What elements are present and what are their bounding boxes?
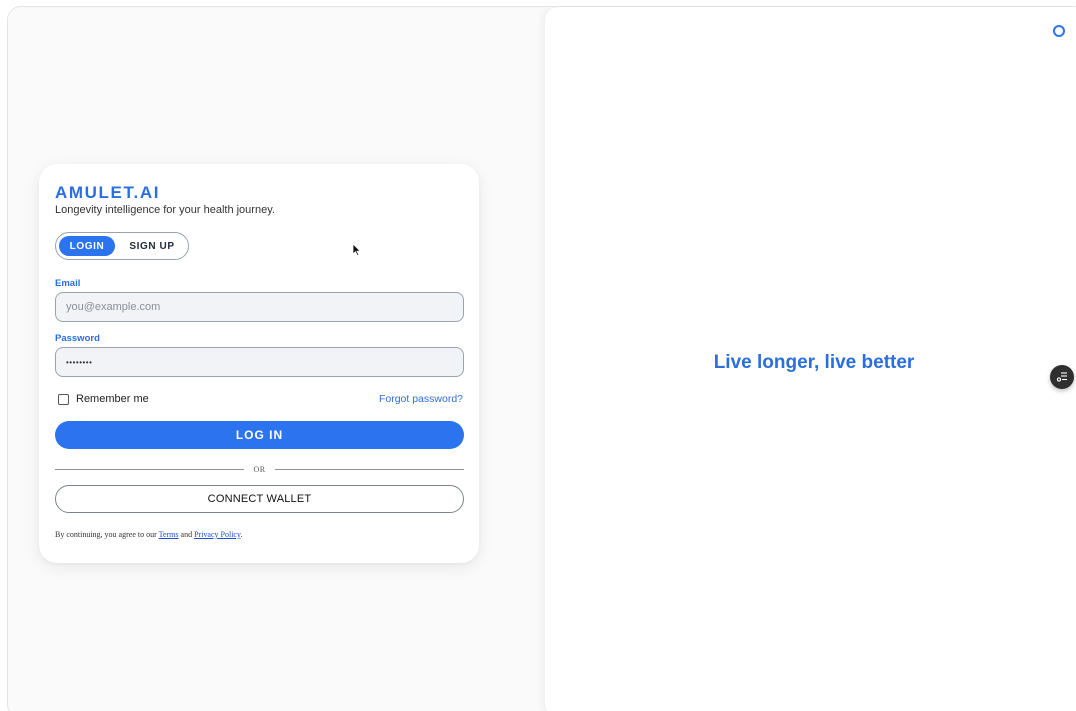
terms-link[interactable]: Terms: [159, 530, 179, 539]
or-label: OR: [253, 464, 266, 474]
password-field[interactable]: [55, 347, 464, 377]
forgot-password-link[interactable]: Forgot password?: [379, 393, 463, 405]
signup-tab[interactable]: SIGN UP: [122, 236, 182, 256]
list-settings-button[interactable]: [1050, 365, 1074, 389]
legal-suffix: .: [240, 530, 243, 539]
remember-checkbox[interactable]: [58, 393, 69, 405]
hero-headline: Live longer, live better: [713, 352, 915, 373]
app-window: AMULET.AI Longevity intelligence for you…: [7, 6, 1076, 711]
hero-pane: Live longer, live better: [545, 7, 1076, 711]
legal-and: and: [180, 530, 193, 539]
legal-notice: By continuing, you agree to our Terms an…: [55, 530, 242, 539]
mouse-pointer-icon: [352, 243, 362, 257]
or-divider: OR: [55, 462, 464, 476]
login-button[interactable]: LOG IN: [55, 421, 464, 449]
ring-icon[interactable]: [1053, 25, 1065, 37]
login-tab[interactable]: LOGIN: [59, 236, 115, 256]
divider-line-right: [274, 468, 464, 470]
privacy-policy-link[interactable]: Privacy Policy: [194, 530, 240, 539]
remember-label: Remember me: [76, 393, 149, 405]
list-settings-icon: [1056, 372, 1067, 382]
email-label: Email: [55, 278, 81, 289]
divider-line-left: [55, 468, 245, 470]
brand-logo: AMULET.AI: [55, 183, 161, 202]
connect-wallet-button[interactable]: CONNECT WALLET: [55, 485, 464, 513]
email-field[interactable]: [55, 292, 464, 322]
brand-tagline: Longevity intelligence for your health j…: [55, 204, 275, 216]
login-card: AMULET.AI Longevity intelligence for you…: [39, 164, 479, 563]
password-label: Password: [55, 333, 100, 344]
auth-mode-toggle: LOGIN SIGN UP: [55, 232, 189, 260]
legal-prefix: By continuing, you agree to our: [55, 530, 157, 539]
remember-me[interactable]: Remember me: [58, 393, 149, 405]
auth-pane: AMULET.AI Longevity intelligence for you…: [8, 7, 546, 711]
